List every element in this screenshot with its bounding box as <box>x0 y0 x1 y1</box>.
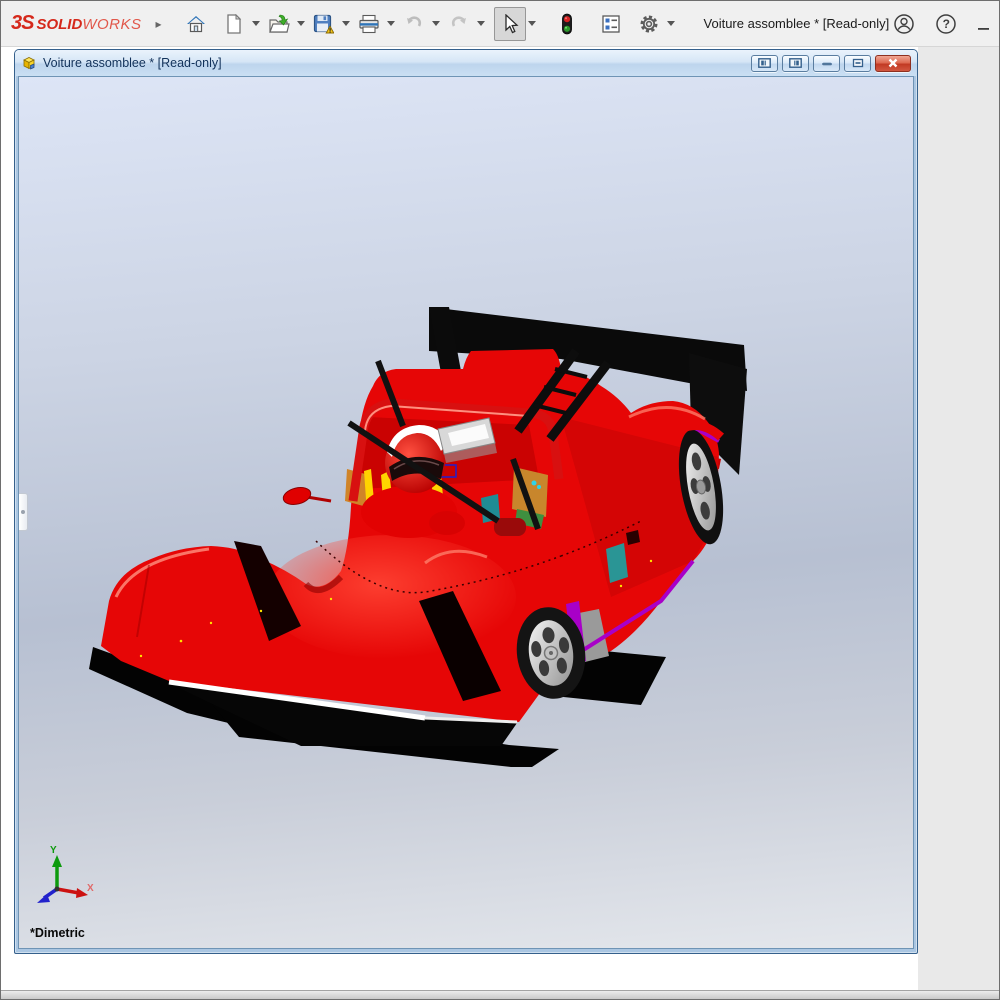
race-car-model[interactable] <box>89 297 749 767</box>
minimize-icon <box>977 17 991 31</box>
settings-dropdown[interactable] <box>665 7 678 41</box>
print-button[interactable] <box>353 7 385 41</box>
undo-icon <box>404 15 424 33</box>
open-button[interactable] <box>263 7 295 41</box>
view-orientation-label: *Dimetric <box>30 926 85 940</box>
undo-dropdown[interactable] <box>430 7 443 41</box>
save-dropdown[interactable] <box>340 7 353 41</box>
orientation-triad[interactable] <box>31 843 111 915</box>
app-title: Voiture assomblee * [Read-only] <box>704 16 890 31</box>
list-options-icon <box>601 14 621 34</box>
account-button[interactable] <box>889 9 919 39</box>
split-right-icon <box>789 58 802 68</box>
doc-close-button[interactable] <box>875 55 911 72</box>
featuremanager-splitter-tab[interactable] <box>19 493 28 531</box>
select-tool-dropdown[interactable] <box>526 7 539 41</box>
rebuild-indicator-button[interactable] <box>551 7 583 41</box>
save-warning-icon <box>313 14 334 34</box>
redo-button[interactable] <box>443 7 475 41</box>
open-dropdown[interactable] <box>295 7 308 41</box>
doc-restore-icon <box>852 58 864 68</box>
mdi-workspace: Voiture assomblee * [Read-only] <box>2 47 999 991</box>
mdi-background <box>918 47 999 991</box>
doc-minimize-button[interactable] <box>813 55 840 72</box>
traffic-light-icon <box>561 13 573 35</box>
new-document-dropdown[interactable] <box>250 7 263 41</box>
graphics-viewport[interactable]: Y X *Dimetric <box>18 76 914 949</box>
solidworks-app-window: 3S SOLIDWORKS ▸ <box>0 0 1000 1000</box>
toolbar-flyout-arrow-icon[interactable]: ▸ <box>155 17 161 31</box>
doc-minimize-icon <box>821 59 833 68</box>
new-document-button[interactable] <box>218 7 250 41</box>
solidworks-logo: 3S SOLIDWORKS <box>11 12 141 35</box>
document-title: Voiture assomblee * [Read-only] <box>43 56 747 70</box>
print-dropdown[interactable] <box>385 7 398 41</box>
open-folder-icon <box>268 14 290 34</box>
document-titlebar[interactable]: Voiture assomblee * [Read-only] <box>15 50 917 76</box>
undo-button[interactable] <box>398 7 430 41</box>
side-window-duct <box>606 543 628 583</box>
split-left-icon <box>758 58 771 68</box>
account-icon <box>893 13 915 35</box>
doc-split-left-button[interactable] <box>751 55 778 72</box>
assembly-icon <box>21 55 37 71</box>
print-icon <box>358 14 380 34</box>
redo-dropdown[interactable] <box>475 7 488 41</box>
gear-icon <box>638 13 660 35</box>
triad-x-label: X <box>87 883 94 894</box>
doc-restore-button[interactable] <box>844 55 871 72</box>
app-bottom-border <box>1 990 999 999</box>
triad-y-label: Y <box>50 845 57 856</box>
app-minimize-button[interactable] <box>967 7 1000 41</box>
display-options-button[interactable] <box>595 7 627 41</box>
help-button[interactable]: ? <box>931 9 961 39</box>
dassault-3ds-logo-icon: 3S <box>11 12 33 35</box>
app-titlebar-toolbar: 3S SOLIDWORKS ▸ <box>1 1 999 47</box>
select-cursor-icon <box>501 14 519 34</box>
redo-icon <box>449 15 469 33</box>
settings-button[interactable] <box>633 7 665 41</box>
new-document-icon <box>225 14 243 34</box>
save-button[interactable] <box>308 7 340 41</box>
home-icon <box>186 14 206 34</box>
select-tool-button[interactable] <box>494 7 526 41</box>
doc-split-right-button[interactable] <box>782 55 809 72</box>
doc-close-icon <box>887 58 899 68</box>
document-window: Voiture assomblee * [Read-only] <box>14 49 918 954</box>
home-button[interactable] <box>180 7 212 41</box>
